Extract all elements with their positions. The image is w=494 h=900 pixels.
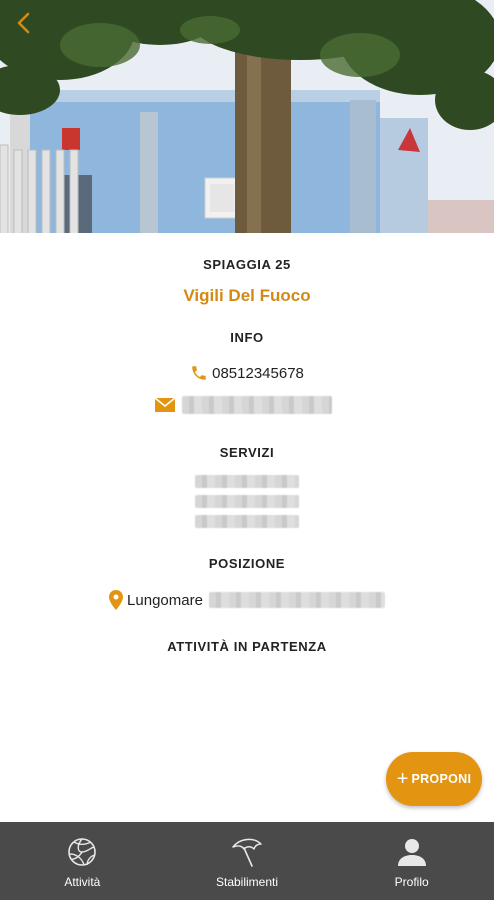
servizi-item bbox=[0, 514, 494, 528]
volleyball-icon bbox=[68, 838, 97, 866]
phone-row[interactable]: 08512345678 bbox=[0, 362, 494, 384]
proponi-button[interactable]: + PROPONI bbox=[386, 752, 482, 806]
posizione-heading: POSIZIONE bbox=[208, 556, 286, 571]
servizi-item bbox=[0, 474, 494, 488]
hero-photo bbox=[0, 0, 494, 233]
nav-label: Stabilimenti bbox=[215, 875, 279, 889]
nav-item-profilo[interactable]: Profilo bbox=[329, 822, 494, 900]
address-row[interactable]: Lungomare bbox=[0, 588, 494, 612]
address-prefix: Lungomare bbox=[127, 591, 203, 609]
servizi-heading: SERVIZI bbox=[219, 445, 275, 460]
nav-label: Profilo bbox=[394, 875, 429, 889]
address-redacted bbox=[208, 592, 385, 608]
nav-item-attivita[interactable]: Attività bbox=[0, 822, 165, 900]
map-pin-icon bbox=[109, 590, 124, 610]
nav-label: Attività bbox=[64, 875, 101, 889]
servizi-item bbox=[0, 494, 494, 508]
email-redacted bbox=[182, 396, 332, 414]
mail-icon bbox=[154, 397, 176, 413]
info-heading: INFO bbox=[230, 330, 264, 345]
beach-number: SPIAGGIA 25 bbox=[203, 257, 291, 272]
attivita-heading: ATTIVITÀ IN PARTENZA bbox=[167, 639, 327, 654]
beach-umbrella-icon bbox=[232, 838, 262, 867]
phone-icon bbox=[190, 364, 208, 382]
user-icon bbox=[397, 839, 426, 866]
beach-name: Vigili Del Fuoco bbox=[183, 286, 311, 305]
email-row[interactable] bbox=[0, 394, 494, 416]
back-button[interactable] bbox=[10, 8, 38, 38]
nav-item-stabilimenti[interactable]: Stabilimenti bbox=[165, 822, 330, 900]
bottom-nav: Attività Stabilimenti Profilo bbox=[0, 822, 494, 900]
plus-icon: + bbox=[396, 768, 409, 790]
chevron-left-icon bbox=[17, 12, 30, 34]
proponi-label: PROPONI bbox=[411, 772, 472, 786]
phone-number: 08512345678 bbox=[212, 364, 304, 382]
